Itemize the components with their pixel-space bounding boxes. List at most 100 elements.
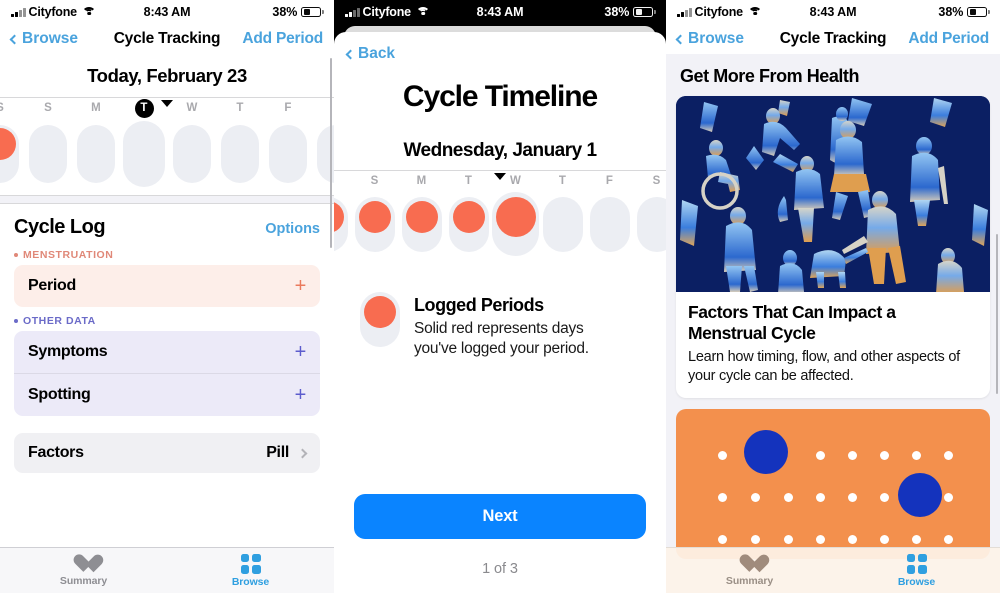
screen-browse-articles: Cityfone 8:43 AM 38% Browse Cycle Tracki… [666, 0, 1000, 593]
carrier-label: Cityfone [28, 5, 78, 19]
dot [816, 535, 825, 545]
calendar-day[interactable]: T [445, 171, 492, 256]
dot [751, 493, 760, 503]
calendar-day[interactable]: S [24, 98, 72, 187]
dot-pattern [676, 409, 990, 559]
row-label: Spotting [28, 386, 91, 403]
day-letter: F [284, 102, 292, 114]
back-button[interactable]: Back [345, 45, 653, 63]
menstruation-card: Period + [14, 265, 320, 307]
scrollbar[interactable] [995, 234, 998, 394]
dot [944, 493, 953, 503]
day-letter: S [44, 102, 52, 114]
day-letter: M [416, 175, 427, 187]
tab-label: Summary [725, 575, 774, 587]
day-letter: S [370, 175, 379, 187]
factors-card[interactable]: Factors Pill [14, 433, 320, 473]
calendar-day[interactable]: T [216, 98, 264, 187]
day-pill-selected-period[interactable] [492, 192, 539, 256]
back-button-browse[interactable]: Browse [675, 30, 744, 48]
add-period-button[interactable]: Add Period [242, 30, 323, 48]
signal-bars-icon [345, 7, 360, 17]
dot [784, 535, 793, 545]
dot [718, 493, 727, 503]
day-pill[interactable] [221, 125, 259, 183]
add-icon[interactable]: + [295, 342, 307, 362]
calendar-day[interactable]: S [633, 171, 666, 256]
day-letter: W [186, 102, 198, 114]
row-factors[interactable]: Factors Pill [14, 433, 320, 473]
day-pill-period[interactable] [334, 197, 348, 252]
content-scroll-area[interactable]: Get More From Health Factors That Can Im… [666, 54, 1000, 593]
nav-bar: Browse Cycle Tracking Add Period [0, 24, 334, 54]
calendar-day-today[interactable]: T [120, 98, 168, 187]
article-card[interactable]: Factors That Can Impact a Menstrual Cycl… [676, 96, 990, 399]
day-pill-period[interactable] [354, 197, 395, 252]
calendar-day[interactable]: S [351, 171, 398, 256]
dot [848, 535, 857, 545]
calendar-day[interactable] [334, 171, 351, 256]
tab-label: Summary [59, 575, 108, 587]
tab-browse[interactable]: Browse [167, 553, 334, 588]
day-pill[interactable] [589, 197, 630, 252]
status-left: Cityfone [345, 5, 430, 19]
back-button-label: Browse [22, 30, 78, 47]
day-pill[interactable] [636, 197, 666, 252]
back-button-label: Browse [688, 30, 744, 47]
row-symptoms[interactable]: Symptoms + [14, 331, 320, 373]
article-artwork [676, 96, 990, 292]
day-pill-period[interactable] [401, 197, 442, 252]
wifi-icon [415, 6, 430, 18]
next-button[interactable]: Next [354, 494, 646, 539]
calendar-strip[interactable]: S M T W T F S [334, 171, 666, 264]
dot [880, 451, 889, 461]
calendar-day[interactable]: M [398, 171, 445, 256]
calendar-day[interactable]: F [264, 98, 312, 187]
cycle-log-title: Cycle Log [14, 216, 106, 238]
back-button-browse[interactable]: Browse [9, 30, 78, 48]
day-pill-selected[interactable] [123, 121, 165, 187]
three-screenshot-strip: Cityfone 8:43 AM 38% Browse Cycle Tracki… [0, 0, 1000, 593]
add-period-button[interactable]: Add Period [908, 30, 989, 48]
battery-icon [967, 6, 990, 18]
dot [880, 535, 889, 545]
day-pill[interactable] [77, 125, 115, 183]
row-label: Symptoms [28, 343, 108, 360]
legend-logged-periods: Logged Periods Solid red represents days… [334, 264, 666, 360]
legend-body: Solid red represents days you've logged … [414, 320, 589, 358]
battery-icon [633, 6, 656, 18]
calendar-strip[interactable]: S S M T W [0, 98, 334, 195]
promo-card-orange[interactable] [676, 409, 990, 560]
calendar-day-row: S S M T W [0, 98, 334, 187]
tab-summary[interactable]: Summary [666, 554, 833, 587]
day-pill[interactable] [173, 125, 211, 183]
day-pill-period[interactable] [448, 197, 489, 252]
add-icon[interactable]: + [295, 276, 307, 296]
calendar-day[interactable]: T [539, 171, 586, 256]
day-pill-period[interactable] [0, 125, 19, 183]
day-pill[interactable] [269, 125, 307, 183]
day-pill[interactable] [542, 197, 583, 252]
day-pill[interactable] [29, 125, 67, 183]
tab-summary[interactable]: Summary [0, 554, 167, 587]
scrollbar[interactable] [329, 58, 332, 248]
dot [784, 493, 793, 503]
calendar-day-selected[interactable]: W [492, 171, 539, 256]
battery-percent-label: 38% [604, 5, 630, 19]
day-letter: S [0, 98, 4, 118]
tab-bar: Summary Browse [0, 547, 334, 593]
chevron-left-icon [345, 49, 356, 59]
add-icon[interactable]: + [295, 385, 307, 405]
dot [751, 535, 760, 545]
options-button[interactable]: Options [265, 221, 320, 239]
tab-browse[interactable]: Browse [833, 553, 1000, 588]
cycle-log-header: Cycle Log Options [0, 204, 334, 241]
dot [912, 535, 921, 545]
calendar-day[interactable]: M [72, 98, 120, 187]
calendar-day[interactable]: F [586, 171, 633, 256]
row-period[interactable]: Period + [14, 265, 320, 307]
row-spotting[interactable]: Spotting + [14, 373, 320, 416]
calendar-day[interactable]: W [168, 98, 216, 187]
calendar-day[interactable]: S [0, 98, 24, 187]
